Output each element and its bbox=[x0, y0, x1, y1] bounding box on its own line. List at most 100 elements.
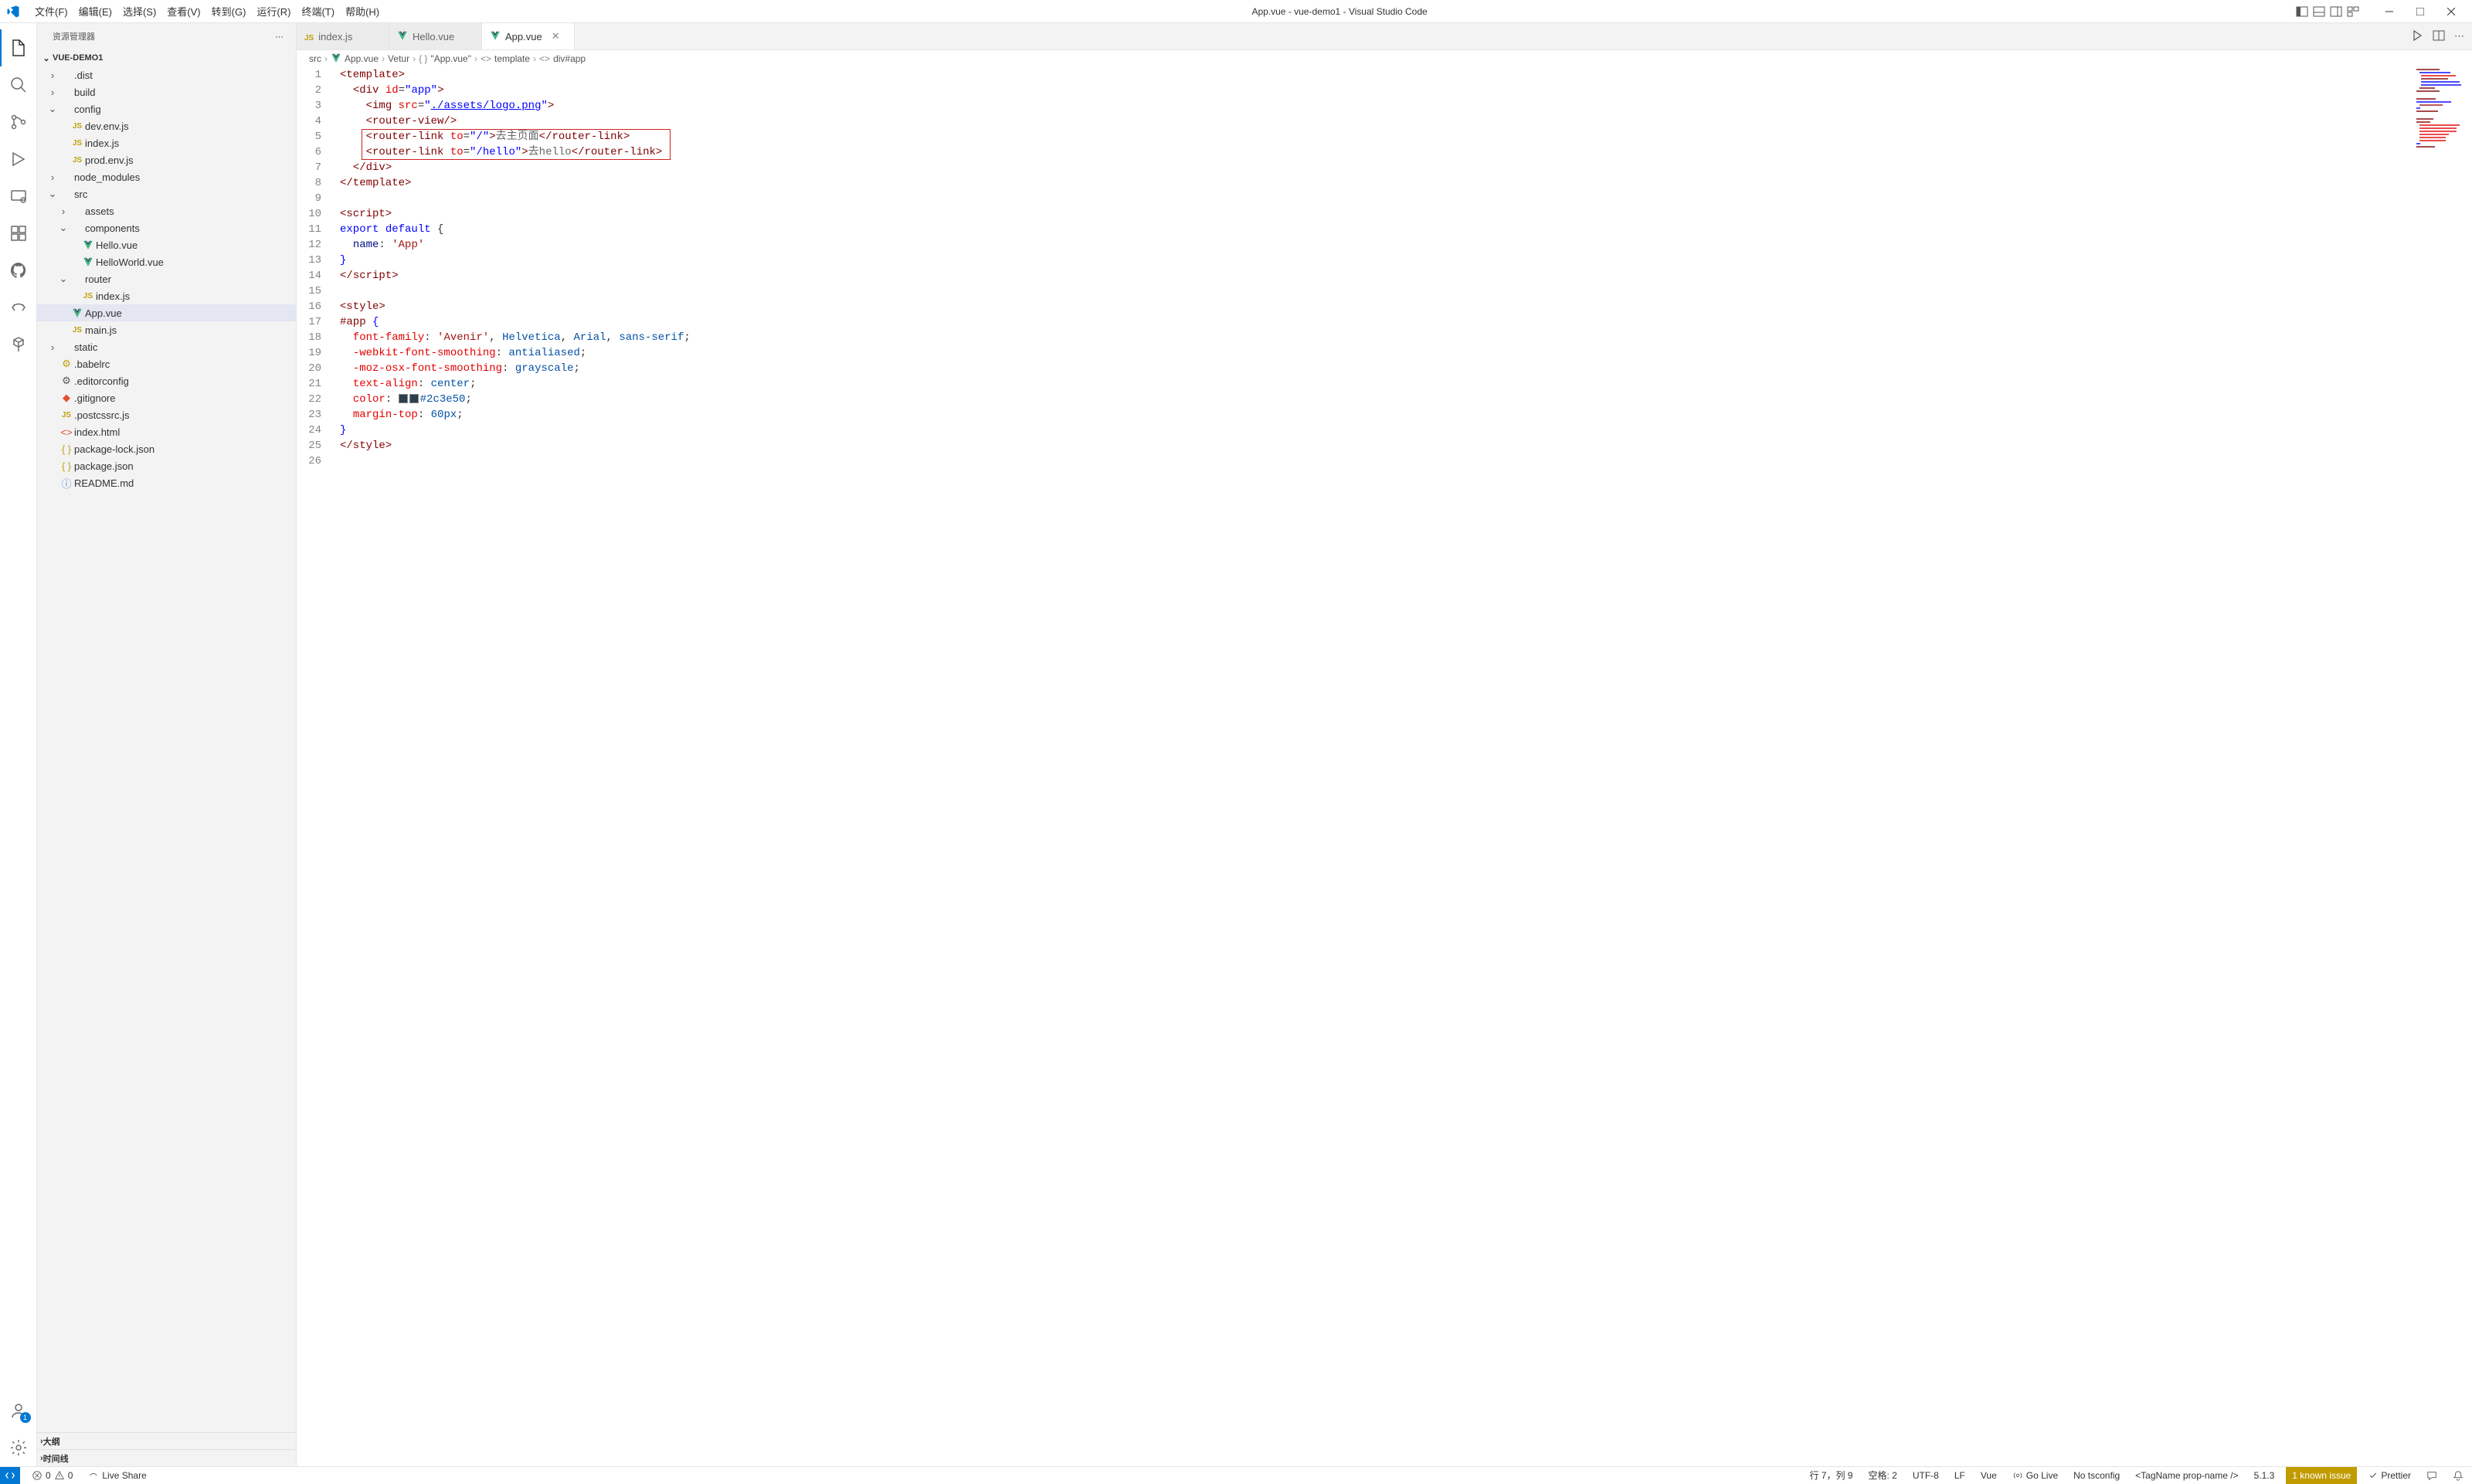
folder-item[interactable]: ›build bbox=[37, 83, 296, 100]
run-debug-activity[interactable] bbox=[0, 141, 37, 178]
search-activity[interactable] bbox=[0, 66, 37, 104]
breadcrumb-item[interactable]: { }"App.vue" bbox=[419, 53, 471, 64]
folder-item[interactable]: ›static bbox=[37, 338, 296, 355]
folder-item[interactable]: ›assets bbox=[37, 202, 296, 219]
code-line[interactable]: </div> bbox=[340, 160, 2472, 175]
code-line[interactable]: <router-view/> bbox=[340, 114, 2472, 129]
prettier-button[interactable]: Prettier bbox=[2365, 1470, 2415, 1481]
code-line[interactable]: <img src="./assets/logo.png"> bbox=[340, 98, 2472, 114]
code-line[interactable] bbox=[340, 191, 2472, 206]
folder-item[interactable]: ⌄src bbox=[37, 185, 296, 202]
code-line[interactable]: </style> bbox=[340, 438, 2472, 453]
eol-button[interactable]: LF bbox=[1951, 1470, 1969, 1481]
file-item[interactable]: { }package-lock.json bbox=[37, 440, 296, 457]
tab-app-vue[interactable]: App.vue✕ bbox=[482, 23, 575, 49]
minimize-button[interactable] bbox=[2375, 1, 2404, 22]
code-line[interactable]: <router-link to="/hello">去hello</router-… bbox=[340, 144, 2472, 160]
code-line[interactable]: color: #2c3e50; bbox=[340, 392, 2472, 407]
feedback-button[interactable] bbox=[2423, 1470, 2441, 1481]
tagname-button[interactable]: <TagName prop-name /> bbox=[2131, 1470, 2242, 1481]
maximize-button[interactable] bbox=[2406, 1, 2435, 22]
go-live-button[interactable]: Go Live bbox=[2008, 1470, 2062, 1481]
menu-item-4[interactable]: 转到(G) bbox=[206, 6, 252, 18]
code-line[interactable]: <div id="app"> bbox=[340, 83, 2472, 98]
source-control-activity[interactable] bbox=[0, 104, 37, 141]
file-item[interactable]: JS.postcssrc.js bbox=[37, 406, 296, 423]
problems-button[interactable]: 0 0 bbox=[28, 1470, 76, 1481]
code-line[interactable]: text-align: center; bbox=[340, 376, 2472, 392]
live-share-activity[interactable] bbox=[0, 289, 37, 326]
sidebar-more-icon[interactable]: ⋯ bbox=[275, 32, 284, 42]
code-line[interactable] bbox=[340, 284, 2472, 299]
code-line[interactable]: font-family: 'Avenir', Helvetica, Arial,… bbox=[340, 330, 2472, 345]
file-item[interactable]: ⚙.babelrc bbox=[37, 355, 296, 372]
editor-body[interactable]: 1234567891011121314151617181920212223242… bbox=[297, 67, 2472, 1466]
breadcrumb-item[interactable]: <>template bbox=[480, 53, 530, 64]
folder-item[interactable]: ›node_modules bbox=[37, 168, 296, 185]
file-item[interactable]: App.vue bbox=[37, 304, 296, 321]
panel-bottom-icon[interactable] bbox=[2311, 4, 2327, 19]
outline-section[interactable]: ›大纲 bbox=[37, 1432, 296, 1449]
menu-item-7[interactable]: 帮助(H) bbox=[340, 6, 385, 18]
version-button[interactable]: 5.1.3 bbox=[2250, 1470, 2279, 1481]
close-window-button[interactable] bbox=[2436, 1, 2466, 22]
file-item[interactable]: <>index.html bbox=[37, 423, 296, 440]
menu-item-2[interactable]: 选择(S) bbox=[117, 6, 161, 18]
explorer-activity[interactable] bbox=[0, 29, 37, 66]
code-line[interactable]: </script> bbox=[340, 268, 2472, 284]
more-icon[interactable]: ⋯ bbox=[2454, 30, 2464, 42]
folder-item[interactable]: ⌄router bbox=[37, 270, 296, 287]
file-item[interactable]: JSindex.js bbox=[37, 287, 296, 304]
tab-hello-vue[interactable]: Hello.vue bbox=[389, 23, 482, 49]
file-item[interactable]: JSmain.js bbox=[37, 321, 296, 338]
file-item[interactable]: JSindex.js bbox=[37, 134, 296, 151]
breadcrumb-item[interactable]: <>div#app bbox=[539, 53, 586, 64]
remote-indicator[interactable] bbox=[0, 1467, 20, 1484]
code-line[interactable]: <script> bbox=[340, 206, 2472, 222]
accounts-activity[interactable]: 1 bbox=[0, 1392, 37, 1429]
code-line[interactable]: margin-top: 60px; bbox=[340, 407, 2472, 423]
file-item[interactable]: ⓘREADME.md bbox=[37, 474, 296, 491]
file-item[interactable]: { }package.json bbox=[37, 457, 296, 474]
menu-item-0[interactable]: 文件(F) bbox=[29, 6, 73, 18]
split-editor-icon[interactable] bbox=[2433, 29, 2445, 44]
file-item[interactable]: Hello.vue bbox=[37, 236, 296, 253]
menu-item-6[interactable]: 终端(T) bbox=[296, 6, 340, 18]
code-content[interactable]: <template> <div id="app"> <img src="./as… bbox=[334, 67, 2472, 1466]
folder-item[interactable]: ⌄components bbox=[37, 219, 296, 236]
close-icon[interactable]: ✕ bbox=[552, 30, 560, 42]
code-line[interactable]: </template> bbox=[340, 175, 2472, 191]
folder-item[interactable]: ›.dist bbox=[37, 66, 296, 83]
file-item[interactable]: ◆.gitignore bbox=[37, 389, 296, 406]
tab-index-js[interactable]: JSindex.js bbox=[297, 23, 389, 49]
menu-item-5[interactable]: 运行(R) bbox=[251, 6, 296, 18]
file-item[interactable]: JSdev.env.js bbox=[37, 117, 296, 134]
code-line[interactable]: -moz-osx-font-smoothing: grayscale; bbox=[340, 361, 2472, 376]
indent-button[interactable]: 空格: 2 bbox=[1865, 1469, 1901, 1482]
language-mode-button[interactable]: Vue bbox=[1977, 1470, 2001, 1481]
file-item[interactable]: JSprod.env.js bbox=[37, 151, 296, 168]
run-icon[interactable] bbox=[2411, 29, 2423, 44]
notifications-button[interactable] bbox=[2449, 1470, 2467, 1481]
menu-item-3[interactable]: 查看(V) bbox=[161, 6, 205, 18]
code-line[interactable]: } bbox=[340, 253, 2472, 268]
timeline-section[interactable]: ›时间线 bbox=[37, 1449, 296, 1466]
code-line[interactable]: name: 'App' bbox=[340, 237, 2472, 253]
file-item[interactable]: HelloWorld.vue bbox=[37, 253, 296, 270]
remote-activity[interactable] bbox=[0, 178, 37, 215]
extensions-activity[interactable] bbox=[0, 215, 37, 252]
breadcrumb-item[interactable]: src bbox=[309, 53, 321, 64]
panel-right-icon[interactable] bbox=[2328, 4, 2344, 19]
code-line[interactable]: #app { bbox=[340, 314, 2472, 330]
encoding-button[interactable]: UTF-8 bbox=[1909, 1470, 1943, 1481]
known-issue-button[interactable]: 1 known issue bbox=[2286, 1467, 2357, 1484]
code-line[interactable]: } bbox=[340, 423, 2472, 438]
breadcrumb-item[interactable]: Vetur bbox=[388, 53, 409, 64]
layout-customize-icon[interactable] bbox=[2345, 4, 2361, 19]
breadcrumb-item[interactable]: App.vue bbox=[331, 53, 379, 66]
panel-left-icon[interactable] bbox=[2294, 4, 2310, 19]
code-line[interactable]: export default { bbox=[340, 222, 2472, 237]
code-line[interactable]: -webkit-font-smoothing: antialiased; bbox=[340, 345, 2472, 361]
settings-activity[interactable] bbox=[0, 1429, 37, 1466]
code-line[interactable]: <style> bbox=[340, 299, 2472, 314]
